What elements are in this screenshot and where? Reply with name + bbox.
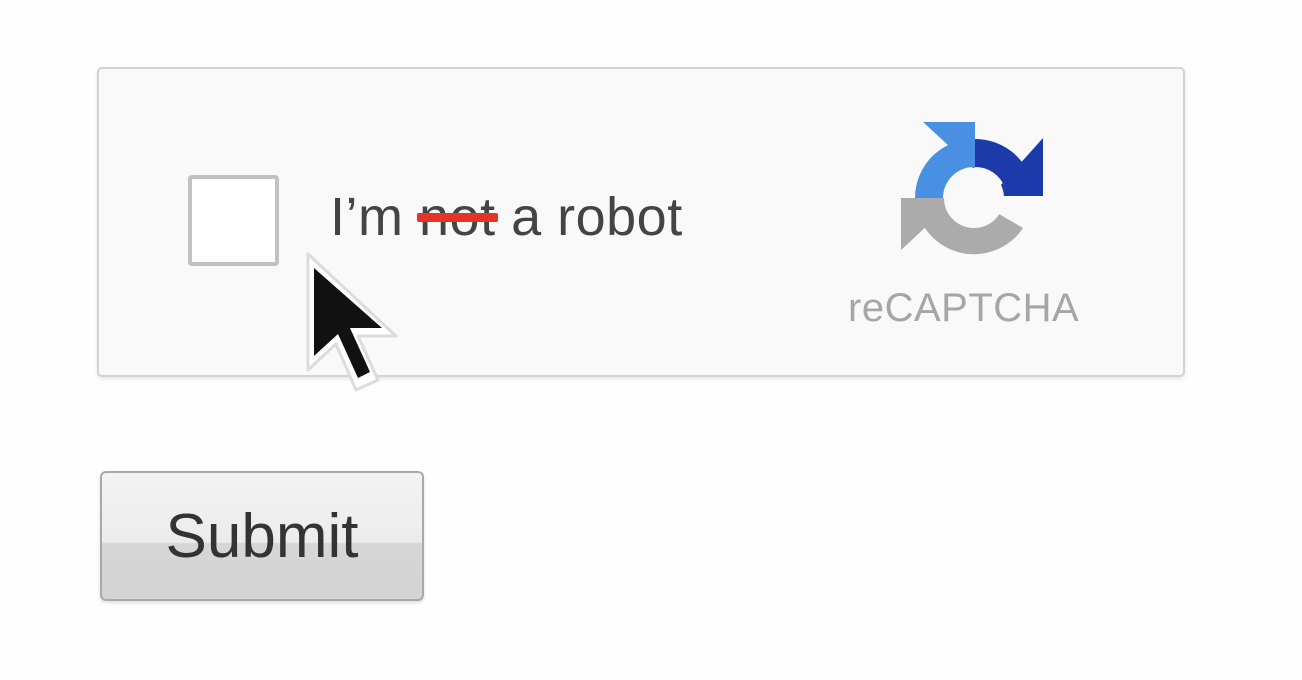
logo-center — [944, 168, 1004, 228]
label-prefix: I’m — [330, 187, 419, 247]
label-suffix: a robot — [495, 187, 683, 247]
recaptcha-brand-text: reCAPTCHA — [848, 286, 1080, 330]
not-a-robot-checkbox[interactable] — [188, 175, 279, 266]
red-strikethrough — [417, 213, 498, 222]
checkbox-label[interactable]: I’m not a robot — [330, 190, 683, 244]
submit-button[interactable]: Submit — [100, 471, 424, 601]
recaptcha-logo-icon — [901, 122, 1043, 255]
struck-word: not — [417, 187, 498, 247]
